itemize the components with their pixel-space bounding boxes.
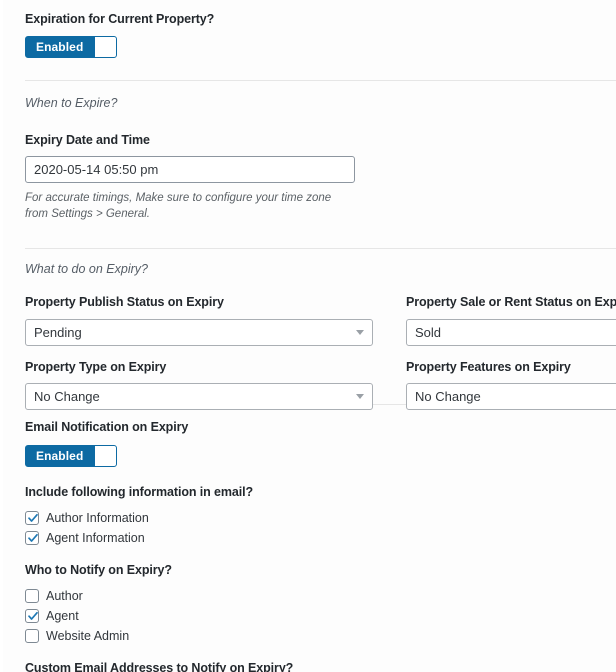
checkbox-label-agent: Agent bbox=[46, 609, 79, 624]
property-features-label: Property Features on Expiry bbox=[406, 359, 571, 374]
checkbox-agent-information[interactable] bbox=[25, 530, 39, 545]
when-to-expire-group-label: When to Expire? bbox=[25, 96, 118, 111]
sale-rent-status-value: Sold bbox=[415, 324, 442, 340]
property-features-value: No Change bbox=[415, 388, 481, 404]
email-notification-section: Email Notification on Expiry Enabled Inc… bbox=[3, 405, 616, 672]
property-features-select[interactable]: No Change bbox=[406, 382, 616, 410]
expiry-date-label: Expiry Date and Time bbox=[25, 132, 150, 147]
sale-rent-status-select[interactable]: Sold bbox=[406, 318, 616, 346]
include-info-label: Include following information in email? bbox=[25, 484, 254, 499]
expiry-actions-columns: Property Publish Status on Expiry Pendin… bbox=[3, 294, 616, 410]
property-expiration-settings-panel: Expiration for Current Property? Enabled… bbox=[0, 0, 616, 672]
chevron-down-icon bbox=[356, 329, 364, 335]
publish-status-label: Property Publish Status on Expiry bbox=[25, 295, 224, 310]
expiration-toggle-knob[interactable] bbox=[94, 37, 117, 58]
publish-status-select[interactable]: Pending bbox=[25, 318, 373, 346]
expiration-toggle-label: Enabled bbox=[36, 40, 84, 55]
property-type-select[interactable]: No Change bbox=[25, 382, 373, 410]
expiry-date-input[interactable]: 2020-05-14 05:50 pm bbox=[25, 155, 355, 183]
email-notification-title: Email Notification on Expiry bbox=[25, 420, 189, 435]
check-icon bbox=[28, 612, 38, 620]
checkbox-label-author: Author bbox=[46, 589, 83, 604]
sale-rent-status-label: Property Sale or Rent Status on Expiry bbox=[406, 295, 616, 310]
check-icon bbox=[28, 513, 38, 522]
publish-status-value: Pending bbox=[34, 324, 82, 340]
expiration-toggle[interactable]: Enabled bbox=[25, 36, 118, 59]
custom-emails-label: Custom Email Addresses to Notify on Expi… bbox=[25, 661, 294, 672]
expiry-actions-right-column: Property Sale or Rent Status on Expiry S… bbox=[406, 294, 616, 410]
property-type-label: Property Type on Expiry bbox=[25, 359, 167, 374]
email-notification-toggle-label: Enabled bbox=[36, 448, 84, 463]
checkbox-row-agent[interactable]: Agent bbox=[25, 606, 616, 626]
chevron-down-icon bbox=[356, 393, 364, 399]
checkbox-agent[interactable] bbox=[25, 609, 39, 624]
checkbox-website-admin[interactable] bbox=[25, 629, 39, 644]
property-type-value: No Change bbox=[34, 388, 100, 404]
checkbox-row-agent-information[interactable]: Agent Information bbox=[25, 528, 616, 548]
who-to-notify-label: Who to Notify on Expiry? bbox=[25, 562, 172, 577]
check-icon bbox=[28, 533, 38, 542]
checkbox-label-website-admin: Website Admin bbox=[46, 629, 130, 644]
checkbox-author[interactable] bbox=[25, 589, 39, 604]
email-notification-toggle-knob[interactable] bbox=[94, 445, 117, 466]
what-to-do-section: What to do on Expiry? bbox=[3, 249, 616, 277]
when-to-expire-section: When to Expire? Expiry Date and Time 202… bbox=[3, 81, 616, 223]
expiration-section: Expiration for Current Property? Enabled bbox=[3, 0, 616, 59]
checkbox-row-website-admin[interactable]: Website Admin bbox=[25, 626, 616, 646]
checkbox-author-information[interactable] bbox=[25, 510, 39, 525]
checkbox-row-author[interactable]: Author bbox=[25, 586, 616, 606]
checkbox-row-author-information[interactable]: Author Information bbox=[25, 508, 616, 528]
checkbox-label-author-information: Author Information bbox=[46, 510, 149, 525]
checkbox-label-agent-information: Agent Information bbox=[46, 530, 145, 545]
what-to-do-group-label: What to do on Expiry? bbox=[25, 262, 148, 277]
expiry-date-help-text: For accurate timings, Make sure to confi… bbox=[25, 191, 332, 221]
expiration-title: Expiration for Current Property? bbox=[25, 12, 215, 26]
email-notification-toggle[interactable]: Enabled bbox=[25, 444, 118, 467]
expiry-actions-left-column: Property Publish Status on Expiry Pendin… bbox=[25, 294, 373, 410]
